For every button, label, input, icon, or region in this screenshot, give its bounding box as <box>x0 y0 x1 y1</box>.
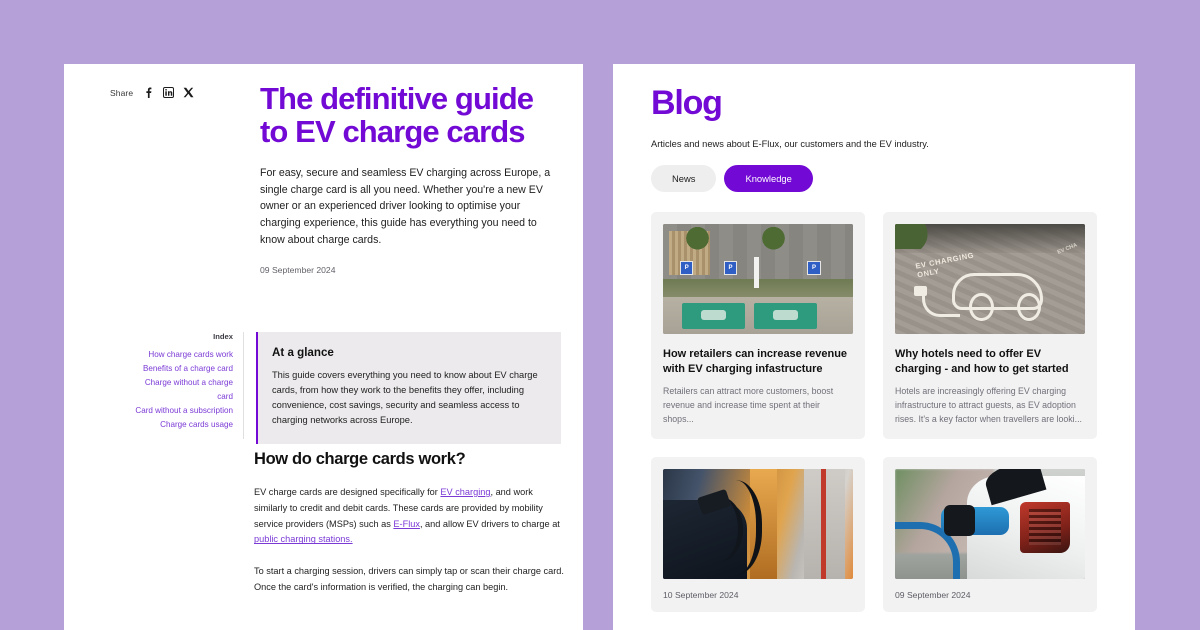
card-title: How retailers can increase revenue with … <box>663 348 848 375</box>
thumb-art <box>895 469 1085 580</box>
taillight-shape <box>1020 502 1070 553</box>
ev-bay-marking <box>754 302 817 329</box>
red-accent-strip <box>820 469 827 580</box>
blog-filter-row: News Knowledge <box>651 165 1097 193</box>
at-a-glance-body: This guide covers everything you need to… <box>272 370 538 426</box>
index-link-charge-without-a-charge-card[interactable]: Charge without a charge card <box>128 376 233 404</box>
index-link-how-charge-cards-work[interactable]: How charge cards work <box>128 348 233 362</box>
facebook-icon[interactable] <box>142 86 155 99</box>
index-link-benefits-of-a-charge-card[interactable]: Benefits of a charge card <box>128 362 233 376</box>
blog-card-hotels[interactable]: EV CHARGING ONLY EV CHA Why hotels need t… <box>883 212 1097 440</box>
section-paragraph-1: EV charge cards are designed specificall… <box>254 485 564 548</box>
link-e-flux[interactable]: E-Flux <box>393 519 420 529</box>
connector-grip-shape <box>944 505 975 537</box>
linkedin-icon[interactable] <box>162 86 175 99</box>
link-ev-charging[interactable]: EV charging <box>440 487 490 497</box>
x-twitter-icon[interactable] <box>182 86 195 99</box>
plug-pictogram <box>914 286 928 296</box>
charge-post-shape <box>754 257 759 289</box>
article-section: How do charge cards work? EV charge card… <box>254 450 564 596</box>
at-a-glance-box: At a glance This guide covers everything… <box>256 332 561 445</box>
index-link-charge-cards-usage[interactable]: Charge cards usage <box>128 418 233 432</box>
thumb-art <box>663 469 853 580</box>
blog-subtitle: Articles and news about E-Flux, our cust… <box>651 139 929 149</box>
thumb-art <box>663 224 853 335</box>
blog-card-third[interactable]: 10 September 2024 <box>651 457 865 613</box>
article-hero: The definitive guide to EV charge cards … <box>260 82 562 275</box>
filter-tab-news[interactable]: News <box>651 165 717 193</box>
section-text-c: , and allow EV drivers to charge at <box>419 518 560 529</box>
at-a-glance-title: At a glance <box>272 346 334 359</box>
share-row: Share <box>110 86 195 99</box>
section-paragraph-2: To start a charging session, drivers can… <box>254 566 564 593</box>
card-title: Why hotels need to offer EV charging - a… <box>895 348 1069 375</box>
article-index: Index How charge cards work Benefits of … <box>128 332 244 440</box>
ev-parking-bays-image <box>663 224 853 335</box>
blue-connector-white-car-image <box>895 469 1085 580</box>
blog-card-retailers[interactable]: How retailers can increase revenue with … <box>651 212 865 440</box>
screenshot-stage: Share The definitive guide to EV charge … <box>0 0 1200 630</box>
blog-panel: Blog Articles and news about E-Flux, our… <box>613 64 1135 630</box>
article-content: Share The definitive guide to EV charge … <box>64 64 583 630</box>
blog-card-grid: How retailers can increase revenue with … <box>651 212 1097 613</box>
card-date: 09 September 2024 <box>895 590 971 601</box>
article-title: The definitive guide to EV charge cards <box>260 81 534 150</box>
article-lede: For easy, secure and seamless EV chargin… <box>260 166 551 246</box>
link-public-charging-stations[interactable]: public charging stations. <box>254 534 353 544</box>
vegetation-shape <box>895 224 937 249</box>
section-text-a: EV charge cards are designed specificall… <box>254 487 441 497</box>
charging-cable-sunset-image <box>663 469 853 580</box>
blog-content: Blog Articles and news about E-Flux, our… <box>613 64 1135 630</box>
card-excerpt: Hotels are increasingly offering EV char… <box>895 386 1082 425</box>
index-and-glance: Index How charge cards work Benefits of … <box>128 332 561 445</box>
parking-sign-icon <box>807 260 821 275</box>
parking-sign-icon <box>680 260 694 275</box>
section-title: How do charge cards work? <box>254 450 466 468</box>
wheel-shape <box>1016 292 1042 322</box>
article-panel: Share The definitive guide to EV charge … <box>64 64 583 630</box>
index-link-card-without-a-subscription[interactable]: Card without a subscription <box>128 404 233 418</box>
ev-bay-marking <box>682 302 745 329</box>
parking-sign-icon <box>723 260 738 275</box>
index-heading: Index <box>213 332 233 341</box>
share-label: Share <box>110 87 134 98</box>
wheel-shape <box>969 292 994 322</box>
article-date: 09 September 2024 <box>260 264 336 275</box>
cable-pictogram <box>921 288 960 317</box>
tree-shape <box>761 226 785 256</box>
thumb-art: EV CHARGING ONLY EV CHA <box>895 224 1085 335</box>
card-date: 10 September 2024 <box>663 590 739 601</box>
blog-title: Blog <box>651 84 723 122</box>
tree-shape <box>685 226 709 256</box>
ev-charging-only-pavement-image: EV CHARGING ONLY EV CHA <box>895 224 1085 335</box>
blog-card-fourth[interactable]: 09 September 2024 <box>883 457 1097 613</box>
card-excerpt: Retailers can attract more customers, bo… <box>663 386 834 425</box>
filter-tab-knowledge[interactable]: Knowledge <box>724 165 813 193</box>
